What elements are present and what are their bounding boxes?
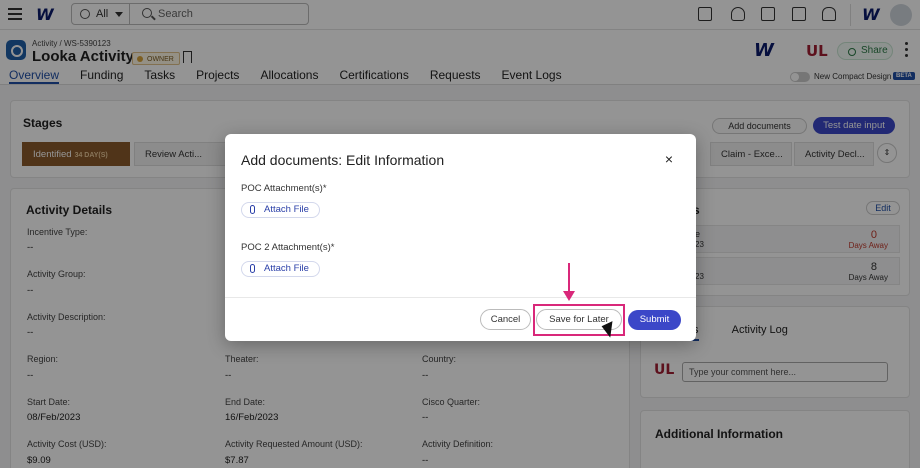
paperclip-icon — [250, 205, 255, 214]
cancel-button[interactable]: Cancel — [480, 309, 531, 330]
submit-button[interactable]: Submit — [628, 310, 681, 330]
attach-file-button-2[interactable]: Attach File — [241, 261, 320, 277]
annotation-arrow — [568, 263, 570, 293]
attach-file-button[interactable]: Attach File — [241, 202, 320, 218]
modal-title: Add documents: Edit Information — [241, 152, 445, 168]
poc-attachment-label: POC Attachment(s)* — [241, 183, 327, 194]
modal-divider — [225, 297, 696, 298]
close-icon[interactable]: × — [661, 151, 677, 167]
annotation-arrow-head — [563, 291, 575, 301]
edit-information-modal: Add documents: Edit Information × POC At… — [225, 134, 696, 341]
poc2-attachment-label: POC 2 Attachment(s)* — [241, 242, 335, 253]
paperclip-icon — [250, 264, 255, 273]
